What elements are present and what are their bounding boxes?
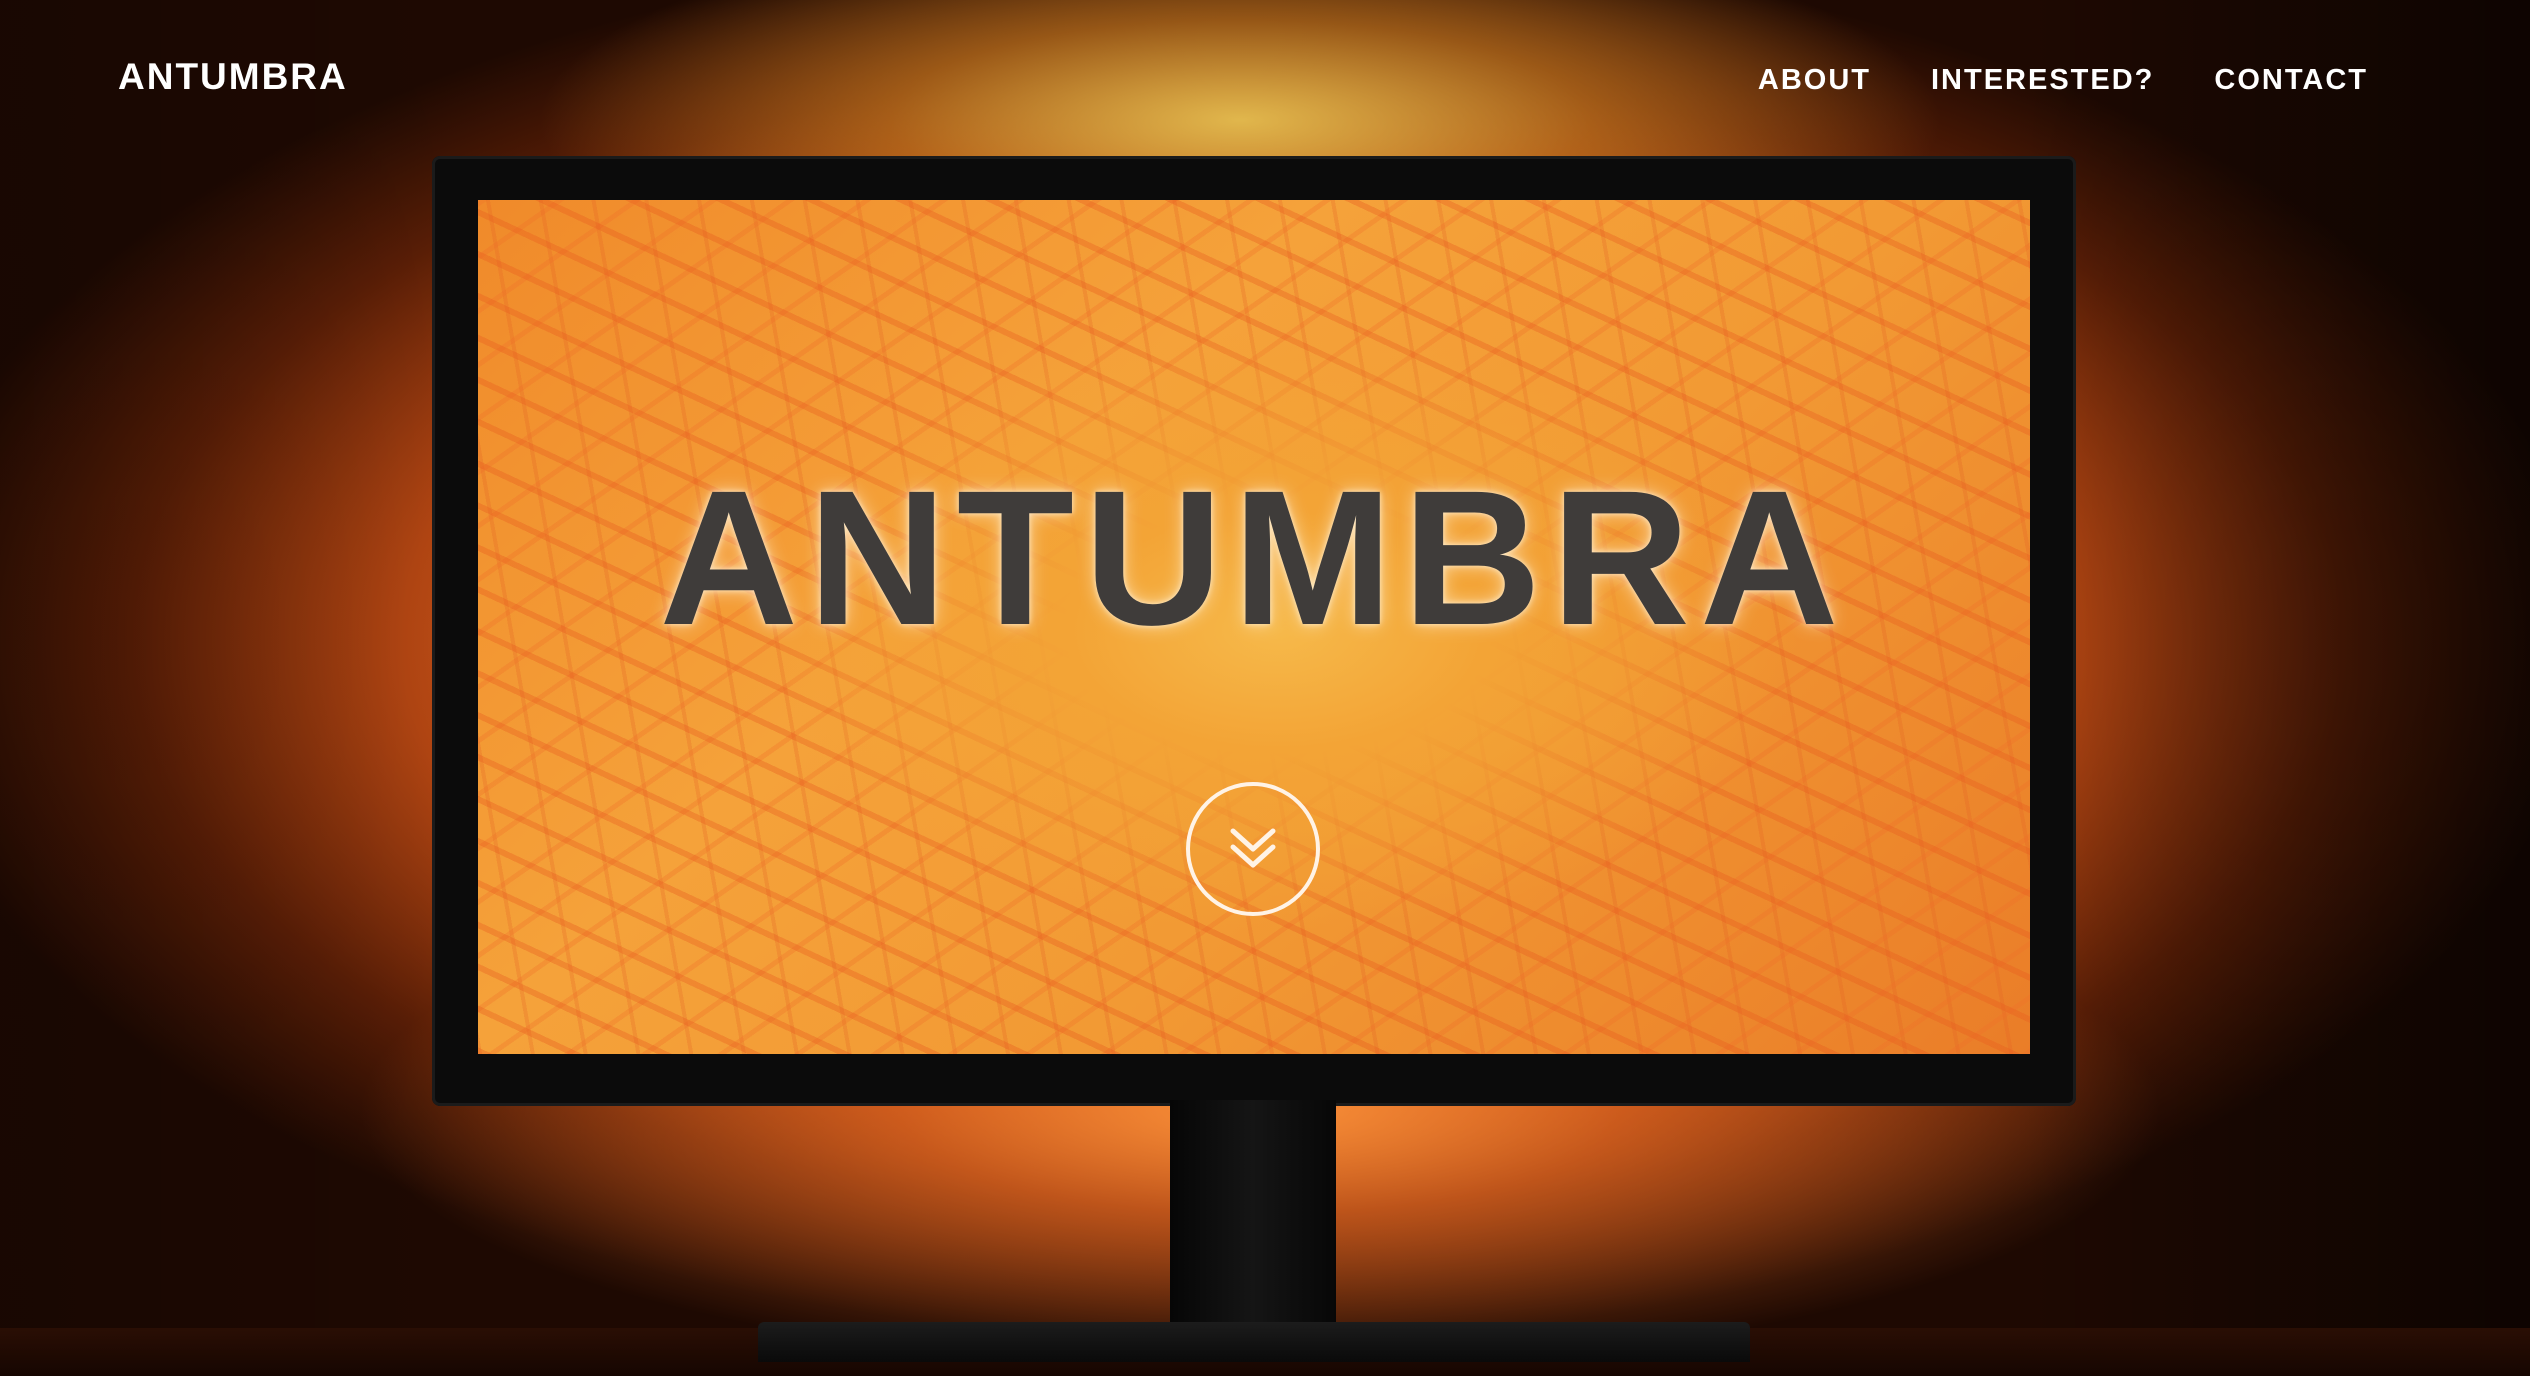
- brand-logo-link[interactable]: ANTUMBRA: [118, 58, 348, 95]
- monitor-screen: ANTUMBRA: [478, 200, 2030, 1054]
- top-navbar: ANTUMBRA ABOUT INTERESTED? CONTACT: [0, 0, 2530, 168]
- nav-links: ABOUT INTERESTED? CONTACT: [1758, 66, 2368, 95]
- scroll-down-button[interactable]: [1186, 782, 1320, 916]
- nav-link-interested[interactable]: INTERESTED?: [1931, 64, 2154, 96]
- monitor-stand-neck: [1170, 1100, 1336, 1322]
- monitor-stand-base: [758, 1322, 1750, 1362]
- nav-item-contact: CONTACT: [2214, 66, 2368, 95]
- double-chevron-down-icon: [1230, 828, 1276, 868]
- nav-item-interested: INTERESTED?: [1931, 66, 2154, 95]
- monitor-image: ANTUMBRA: [432, 156, 2076, 1106]
- nav-link-contact[interactable]: CONTACT: [2214, 64, 2368, 96]
- hero-title: ANTUMBRA: [659, 450, 1849, 665]
- nav-link-about[interactable]: ABOUT: [1758, 64, 1871, 96]
- hero-section: ANTUMBRA ABOUT INTERESTED? CONTACT ANTUM…: [0, 0, 2530, 1376]
- nav-item-about: ABOUT: [1758, 66, 1871, 95]
